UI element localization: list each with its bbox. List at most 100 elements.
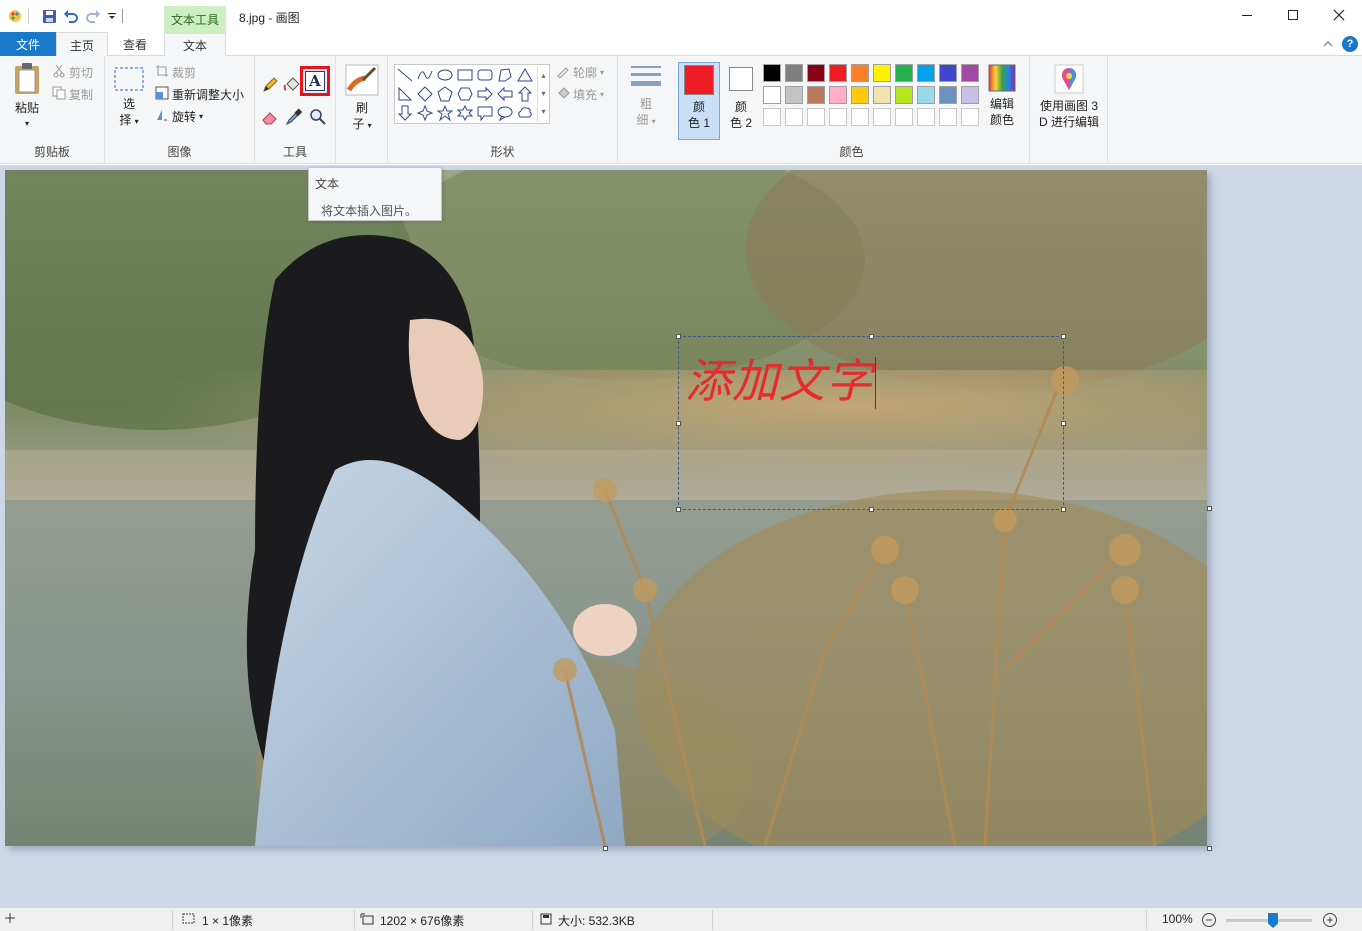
help-icon[interactable]: ? bbox=[1342, 36, 1358, 52]
minimize-button[interactable] bbox=[1224, 0, 1270, 32]
rounded-rectangle-shape-icon[interactable] bbox=[476, 66, 494, 84]
palette-swatch[interactable] bbox=[829, 108, 847, 126]
eraser-icon[interactable] bbox=[261, 108, 281, 128]
oval-callout-shape-icon[interactable] bbox=[496, 104, 514, 122]
canvas-resize-handle-bottom[interactable] bbox=[603, 846, 608, 851]
text-box-handle[interactable] bbox=[676, 421, 681, 426]
undo-icon[interactable] bbox=[62, 8, 80, 24]
pencil-icon[interactable] bbox=[261, 76, 281, 96]
palette-swatch[interactable] bbox=[895, 108, 913, 126]
palette-swatch[interactable] bbox=[763, 86, 781, 104]
palette-swatch[interactable] bbox=[873, 86, 891, 104]
triangle-shape-icon[interactable] bbox=[516, 66, 534, 84]
palette-swatch[interactable] bbox=[851, 86, 869, 104]
canvas-resize-handle-right[interactable] bbox=[1207, 506, 1212, 511]
palette-swatch[interactable] bbox=[807, 64, 825, 82]
text-tool-button[interactable]: A bbox=[300, 66, 330, 96]
polygon-shape-icon[interactable] bbox=[496, 66, 514, 84]
text-box-content[interactable]: 添加文字 bbox=[685, 345, 873, 411]
rect-callout-shape-icon[interactable] bbox=[476, 104, 494, 122]
zoom-in-button[interactable] bbox=[1322, 912, 1338, 931]
canvas-resize-handle-corner[interactable] bbox=[1207, 846, 1212, 851]
text-box-handle[interactable] bbox=[676, 507, 681, 512]
palette-swatch[interactable] bbox=[917, 64, 935, 82]
cloud-callout-shape-icon[interactable] bbox=[516, 104, 534, 122]
palette-swatch[interactable] bbox=[961, 108, 979, 126]
maximize-button[interactable] bbox=[1270, 0, 1316, 32]
palette-swatch[interactable] bbox=[895, 64, 913, 82]
customize-quick-access-icon[interactable] bbox=[106, 8, 118, 24]
rotate-button[interactable]: 旋转 ▾ bbox=[155, 108, 203, 125]
palette-swatch[interactable] bbox=[939, 108, 957, 126]
text-box-handle[interactable] bbox=[676, 334, 681, 339]
hexagon-shape-icon[interactable] bbox=[456, 85, 474, 103]
up-arrow-shape-icon[interactable] bbox=[516, 85, 534, 103]
text-box-handle[interactable] bbox=[1061, 421, 1066, 426]
select-button[interactable]: 选 择 ▾ bbox=[111, 66, 147, 130]
cut-button[interactable]: 剪切 bbox=[52, 64, 93, 81]
tab-file[interactable]: 文件 bbox=[0, 32, 56, 56]
four-point-star-shape-icon[interactable] bbox=[416, 104, 434, 122]
palette-swatch[interactable] bbox=[939, 64, 957, 82]
pentagon-shape-icon[interactable] bbox=[436, 85, 454, 103]
left-arrow-shape-icon[interactable] bbox=[496, 85, 514, 103]
paste-button[interactable]: 粘贴 ▾ bbox=[8, 62, 46, 132]
right-triangle-shape-icon[interactable] bbox=[396, 85, 414, 103]
fill-button[interactable]: 填充 ▾ bbox=[556, 86, 604, 103]
shapes-scroll[interactable]: ▴ ▾ ▾ bbox=[537, 67, 549, 122]
text-box-handle[interactable] bbox=[1061, 334, 1066, 339]
text-box-selection[interactable]: 添加文字 bbox=[676, 334, 1066, 512]
palette-swatch[interactable] bbox=[829, 64, 847, 82]
palette-swatch[interactable] bbox=[807, 108, 825, 126]
oval-shape-icon[interactable] bbox=[436, 66, 454, 84]
text-box-handle[interactable] bbox=[869, 507, 874, 512]
color2-button[interactable]: 颜 色 2 bbox=[724, 62, 758, 131]
color1-button[interactable]: 颜 色 1 bbox=[678, 62, 720, 140]
close-button[interactable] bbox=[1316, 0, 1362, 32]
palette-swatch[interactable] bbox=[961, 64, 979, 82]
palette-swatch[interactable] bbox=[873, 108, 891, 126]
rectangle-shape-icon[interactable] bbox=[456, 66, 474, 84]
palette-swatch[interactable] bbox=[807, 86, 825, 104]
brushes-button[interactable]: 刷 子 ▾ bbox=[342, 64, 382, 134]
palette-swatch[interactable] bbox=[851, 108, 869, 126]
palette-swatch[interactable] bbox=[895, 86, 913, 104]
magnifier-icon[interactable] bbox=[309, 108, 329, 128]
text-box-handle[interactable] bbox=[1061, 507, 1066, 512]
outline-button[interactable]: 轮廓 ▾ bbox=[556, 64, 604, 81]
zoom-slider-thumb[interactable] bbox=[1268, 913, 1278, 928]
tab-view[interactable]: 查看 bbox=[108, 32, 162, 56]
palette-swatch[interactable] bbox=[917, 108, 935, 126]
palette-swatch[interactable] bbox=[939, 86, 957, 104]
canvas-workspace[interactable] bbox=[0, 165, 1362, 907]
palette-swatch[interactable] bbox=[917, 86, 935, 104]
size-button[interactable]: 粗 细 ▾ bbox=[626, 64, 666, 130]
save-icon[interactable] bbox=[40, 8, 58, 24]
palette-swatch[interactable] bbox=[785, 64, 803, 82]
down-arrow-shape-icon[interactable] bbox=[396, 104, 414, 122]
right-arrow-shape-icon[interactable] bbox=[476, 85, 494, 103]
curve-shape-icon[interactable] bbox=[416, 66, 434, 84]
edit-with-paint3d-button[interactable]: 使用画图 3 D 进行编辑 bbox=[1032, 64, 1106, 130]
palette-swatch[interactable] bbox=[961, 86, 979, 104]
diamond-shape-icon[interactable] bbox=[416, 85, 434, 103]
zoom-slider-track[interactable] bbox=[1226, 913, 1312, 928]
copy-button[interactable]: 复制 bbox=[52, 86, 93, 103]
redo-icon[interactable] bbox=[84, 8, 102, 24]
edit-colors-button[interactable]: 编辑 颜色 bbox=[984, 64, 1020, 128]
palette-swatch[interactable] bbox=[785, 86, 803, 104]
crop-button[interactable]: 裁剪 bbox=[155, 64, 196, 81]
zoom-out-button[interactable] bbox=[1201, 912, 1217, 931]
six-point-star-shape-icon[interactable] bbox=[456, 104, 474, 122]
palette-swatch[interactable] bbox=[829, 86, 847, 104]
palette-swatch[interactable] bbox=[785, 108, 803, 126]
tab-home[interactable]: 主页 bbox=[56, 32, 108, 57]
tab-text[interactable]: 文本 bbox=[164, 32, 226, 57]
color-picker-icon[interactable] bbox=[285, 108, 305, 128]
five-point-star-shape-icon[interactable] bbox=[436, 104, 454, 122]
collapse-ribbon-icon[interactable] bbox=[1322, 38, 1334, 52]
resize-button[interactable]: 重新调整大小 bbox=[155, 86, 244, 103]
line-shape-icon[interactable] bbox=[396, 66, 414, 84]
palette-swatch[interactable] bbox=[851, 64, 869, 82]
text-box-handle[interactable] bbox=[869, 334, 874, 339]
